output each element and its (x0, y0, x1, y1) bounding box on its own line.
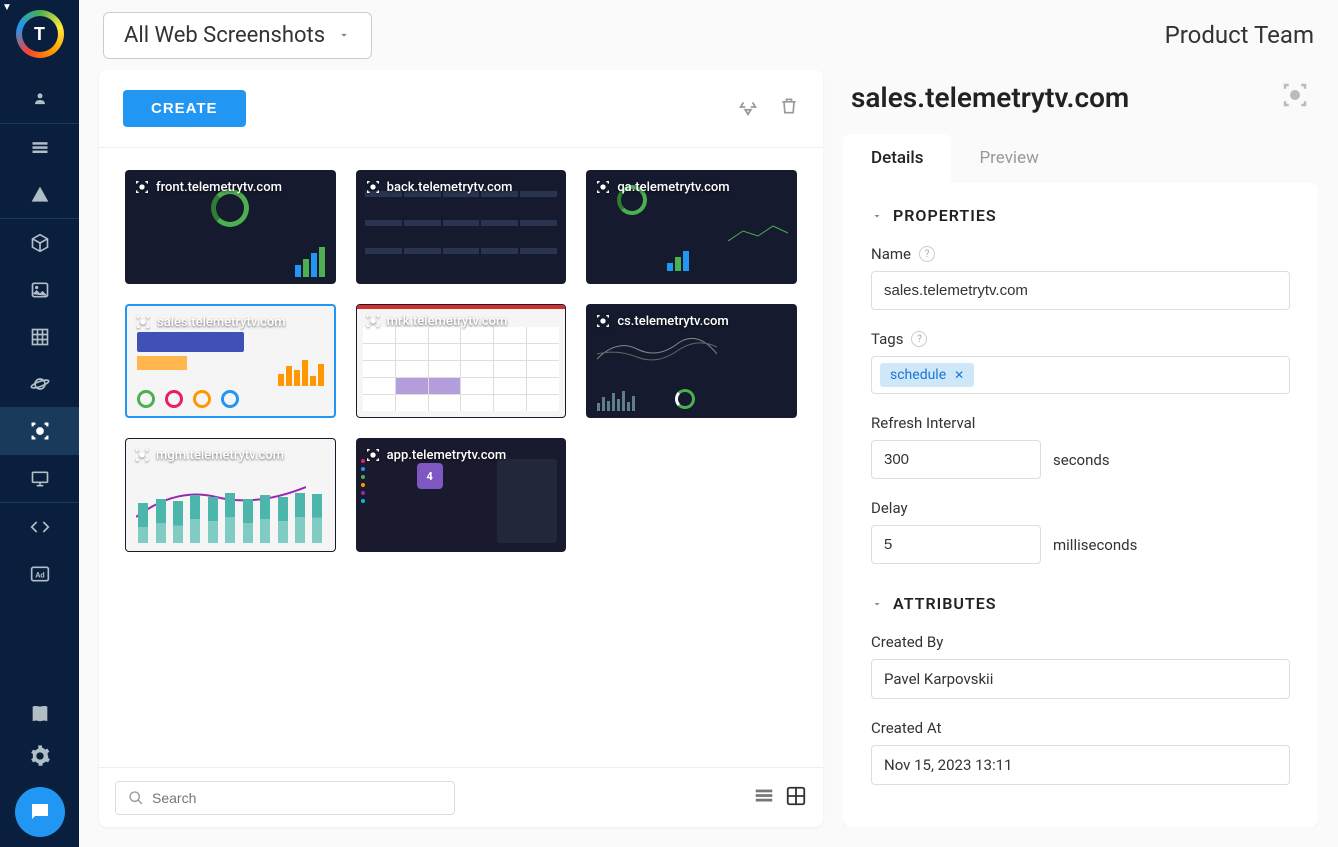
list-footer (99, 767, 823, 827)
refresh-label: Refresh Interval (871, 414, 975, 432)
capture-icon (365, 447, 381, 463)
search-input[interactable] (152, 790, 442, 806)
tag-chip: schedule ✕ (880, 363, 974, 387)
screenshot-thumb[interactable]: cs.telemetrytv.com (586, 304, 797, 418)
team-name: Product Team (1165, 21, 1314, 49)
nav-cube-icon[interactable] (0, 219, 79, 266)
search-box[interactable] (115, 781, 455, 815)
thumb-label: back.telemetrytv.com (387, 180, 513, 195)
create-button[interactable]: CREATE (123, 90, 246, 127)
tab-details[interactable]: Details (843, 134, 951, 182)
collection-dropdown[interactable]: All Web Screenshots (103, 12, 372, 59)
nav-monitor-icon[interactable] (0, 455, 79, 502)
capture-icon (365, 179, 381, 195)
name-input[interactable] (871, 271, 1290, 310)
nav-code-icon[interactable] (0, 503, 79, 550)
refresh-unit: seconds (1053, 451, 1110, 469)
nav-ad-icon[interactable]: Ad (0, 550, 79, 597)
thumb-label: cs.telemetrytv.com (617, 314, 728, 329)
nav-capture-icon[interactable] (0, 407, 79, 454)
nav-alert-icon[interactable] (0, 171, 79, 218)
thumb-label: front.telemetrytv.com (156, 180, 282, 195)
delay-label: Delay (871, 499, 908, 517)
screenshot-thumb[interactable]: mgm.telemetrytv.com (125, 438, 336, 552)
capture-icon (135, 314, 151, 330)
help-icon[interactable]: ? (919, 246, 935, 262)
list-header: CREATE (99, 70, 823, 148)
screenshot-thumb[interactable]: mrk.telemetrytv.com (356, 304, 567, 418)
chevron-down-icon (871, 210, 883, 222)
name-label: Name (871, 245, 911, 263)
nav-user-icon[interactable] (0, 76, 79, 123)
createdby-value: Pavel Karpovskii (871, 659, 1290, 699)
dropdown-label: All Web Screenshots (124, 23, 325, 48)
details-capture-icon[interactable] (1280, 80, 1310, 114)
app-logo[interactable]: T (16, 10, 64, 58)
search-icon (128, 790, 144, 806)
capture-icon (595, 313, 611, 329)
tab-preview[interactable]: Preview (951, 134, 1066, 182)
tag-remove-icon[interactable]: ✕ (954, 368, 964, 382)
sidebar-collapse-icon[interactable]: ▼ (0, 0, 14, 15)
nav-image-icon[interactable] (0, 266, 79, 313)
nav-settings-icon[interactable] (15, 745, 65, 767)
createdby-label: Created By (871, 633, 943, 651)
screenshot-thumb[interactable]: 4 app.telemetrytv.com (356, 438, 567, 552)
tabs: Details Preview (843, 134, 1318, 182)
refresh-input[interactable] (871, 440, 1041, 479)
screenshot-thumb[interactable]: qa.telemetrytv.com (586, 170, 797, 284)
createdat-value: Nov 15, 2023 13:11 (871, 745, 1290, 785)
help-icon[interactable]: ? (911, 331, 927, 347)
sidebar: ▼ T Ad (0, 0, 79, 847)
main-area: All Web Screenshots Product Team CREATE (79, 0, 1338, 847)
nav-grid-icon[interactable] (0, 313, 79, 360)
chevron-down-icon (871, 598, 883, 610)
grid-view-icon[interactable] (785, 785, 807, 811)
tags-label: Tags (871, 330, 903, 348)
nav-list-icon[interactable] (0, 124, 79, 171)
details-panel: sales.telemetrytv.com Details Preview PR… (843, 70, 1318, 827)
list-view-icon[interactable] (753, 785, 775, 811)
thumbnail-grid: front.telemetrytv.com back.telemetrytv.c… (125, 170, 797, 552)
capture-icon (595, 179, 611, 195)
createdat-label: Created At (871, 719, 941, 737)
nav-docs-icon[interactable] (15, 703, 65, 725)
topbar: All Web Screenshots Product Team (79, 0, 1338, 70)
thumb-label: app.telemetrytv.com (387, 448, 507, 463)
delay-input[interactable] (871, 525, 1041, 564)
capture-icon (134, 447, 150, 463)
thumb-label: sales.telemetrytv.com (157, 315, 286, 330)
trash-icon[interactable] (779, 96, 799, 122)
section-properties[interactable]: PROPERTIES (871, 206, 1290, 225)
screenshot-thumb[interactable]: back.telemetrytv.com (356, 170, 567, 284)
thumb-label: mrk.telemetrytv.com (387, 314, 508, 329)
nav-planet-icon[interactable] (0, 360, 79, 407)
delay-unit: milliseconds (1053, 536, 1137, 554)
thumb-label: mgm.telemetrytv.com (156, 448, 284, 463)
screenshot-thumb-selected[interactable]: sales.telemetrytv.com (125, 304, 336, 418)
chat-support-icon[interactable] (15, 787, 65, 837)
recycle-icon[interactable] (737, 96, 759, 122)
screenshot-thumb[interactable]: front.telemetrytv.com (125, 170, 336, 284)
capture-icon (134, 179, 150, 195)
tags-input[interactable]: schedule ✕ (871, 356, 1290, 394)
svg-text:Ad: Ad (35, 570, 44, 579)
capture-icon (365, 313, 381, 329)
section-attributes[interactable]: ATTRIBUTES (871, 594, 1290, 613)
chevron-down-icon (337, 28, 351, 42)
details-title: sales.telemetrytv.com (851, 81, 1129, 114)
list-panel: CREATE front.telemetrytv.com (99, 70, 823, 827)
thumb-label: qa.telemetrytv.com (617, 180, 729, 195)
logo-letter: T (22, 16, 58, 52)
